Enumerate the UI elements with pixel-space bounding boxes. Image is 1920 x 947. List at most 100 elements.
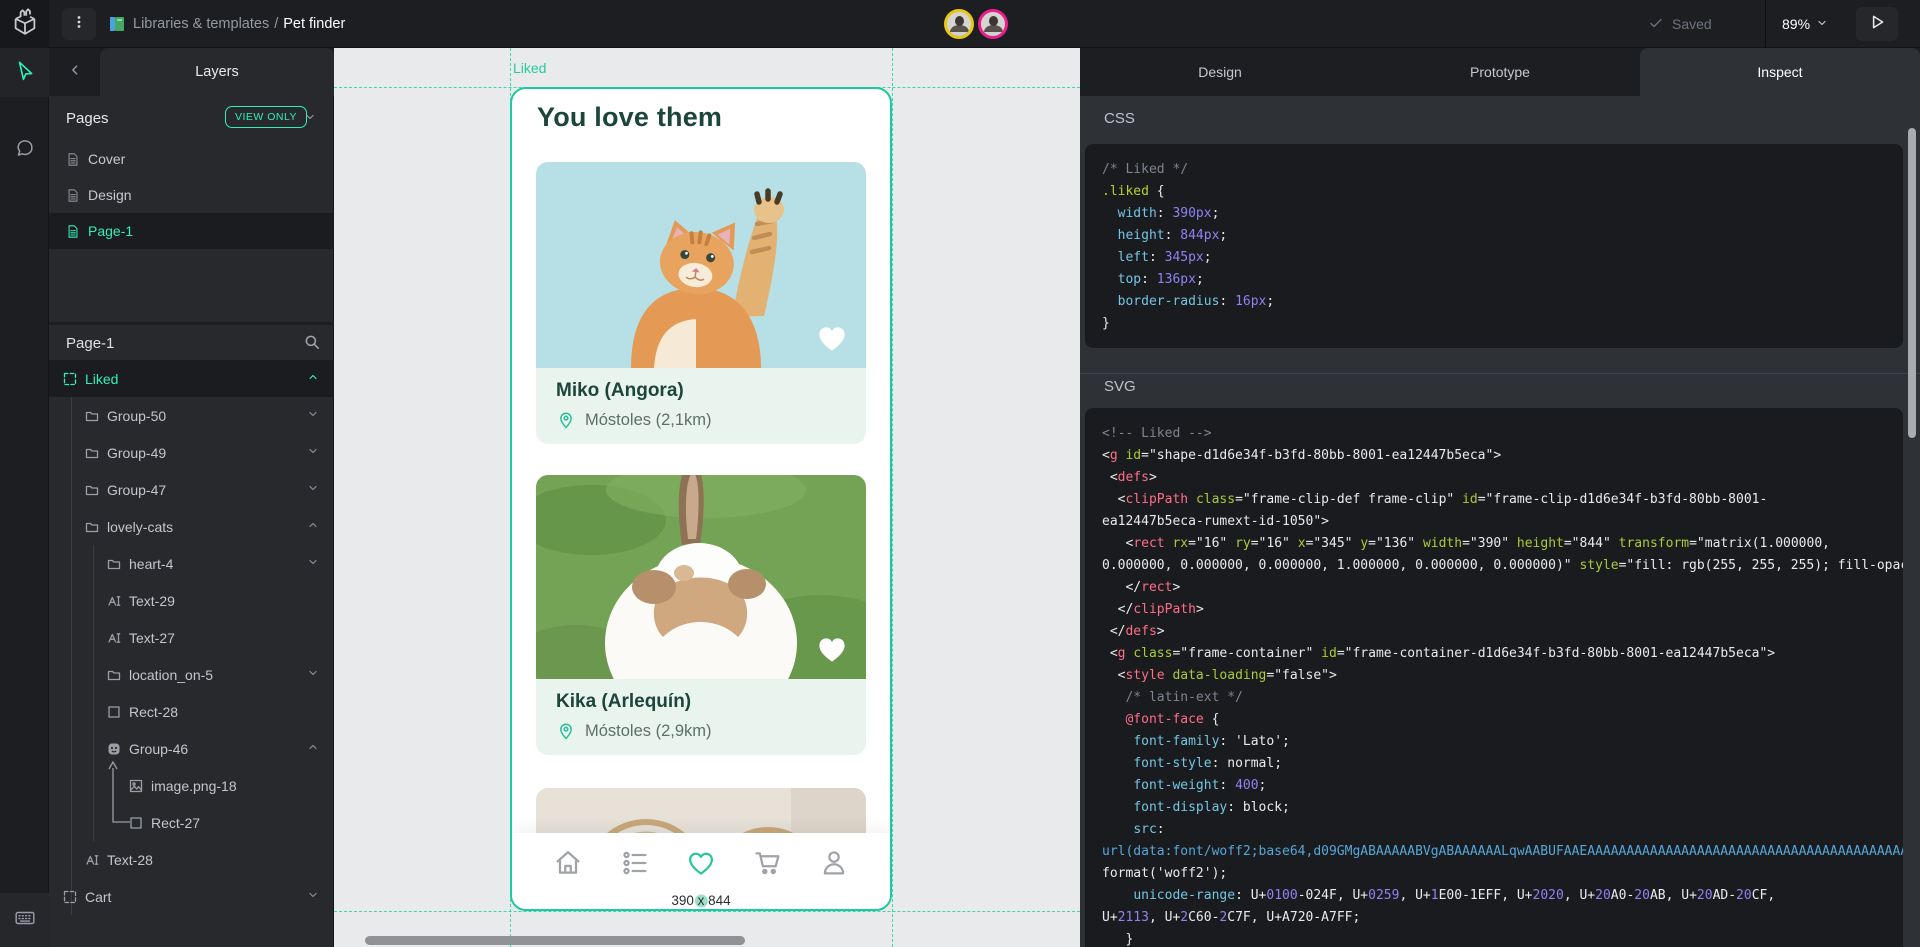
tab-inspect[interactable]: Inspect: [1640, 48, 1920, 96]
code-line: <g class="frame-container" id="frame-con…: [1102, 643, 1903, 665]
pet-photo[interactable]: [536, 475, 866, 679]
nav-list-icon[interactable]: [619, 847, 651, 879]
page-item-cover[interactable]: Cover: [49, 141, 334, 177]
page-item-page-1[interactable]: Page-1: [49, 213, 334, 249]
code-line: border-radius: 16px;: [1102, 291, 1903, 313]
frame-heading[interactable]: You love them: [537, 102, 722, 133]
tree-page-name: Page-1: [66, 335, 114, 352]
pet-name: Miko (Angora): [556, 380, 866, 402]
code-line: <style data-loading="false">: [1102, 665, 1903, 687]
chevron-up-icon[interactable]: [307, 370, 319, 386]
liked-frame[interactable]: You love them Miko (Angora)Móstoles (2,1…: [510, 87, 892, 911]
nav-home-icon[interactable]: [552, 847, 584, 879]
layer-row-text-27[interactable]: Text-27: [49, 619, 334, 656]
nav-user-icon[interactable]: [818, 847, 850, 879]
layer-row-heart-4[interactable]: heart-4: [49, 545, 334, 582]
code-line: ea12447b5eca-rumext-id-1050">: [1102, 511, 1903, 533]
liked-heart-icon[interactable]: [814, 631, 850, 667]
penpot-app: Libraries & templates / Pet finder Saved…: [0, 0, 1920, 947]
penpot-logo-button[interactable]: [0, 0, 49, 48]
penpot-logo-icon: [10, 7, 40, 42]
layer-label: heart-4: [129, 556, 173, 572]
page-icon: [66, 188, 80, 203]
folder-icon: [106, 667, 122, 683]
layer-row-group-50[interactable]: Group-50: [49, 397, 334, 434]
selection-size-label: 390 x 844: [671, 893, 730, 908]
code-line: <clipPath class="frame-clip-def frame-cl…: [1102, 489, 1903, 511]
main-menu-button[interactable]: [62, 8, 96, 40]
pet-card-2[interactable]: Kika (Arlequín)Móstoles (2,9km): [536, 475, 866, 755]
avatar-pink[interactable]: [978, 9, 1008, 39]
layer-label: Group-50: [107, 408, 166, 424]
layer-row-location_on-5[interactable]: location_on-5: [49, 656, 334, 693]
pet-info: Miko (Angora)Móstoles (2,1km): [536, 368, 866, 444]
canvas-horizontal-scrollbar[interactable]: [365, 936, 745, 945]
page-item-design[interactable]: Design: [49, 177, 334, 213]
layer-row-cart[interactable]: Cart: [49, 878, 334, 915]
code-line: src:: [1102, 819, 1903, 841]
canvas[interactable]: Liked You love them Miko (Angora)Móstole…: [334, 48, 1080, 947]
code-line: top: 136px;: [1102, 269, 1903, 291]
code-line: 0.000000, 0.000000, 0.000000, 1.000000, …: [1102, 555, 1903, 577]
tab-prototype[interactable]: Prototype: [1360, 48, 1640, 96]
layer-row-liked[interactable]: Liked: [49, 360, 334, 397]
shortcuts-button[interactable]: [0, 893, 49, 947]
nav-cart-icon[interactable]: [752, 847, 784, 879]
chevron-down-icon[interactable]: [307, 888, 319, 904]
panel-vertical-scrollbar[interactable]: [1908, 128, 1916, 438]
sidebar-header: Layers: [49, 48, 334, 96]
code-line: }: [1102, 929, 1903, 947]
layer-row-lovely-cats[interactable]: lovely-cats: [49, 508, 334, 545]
avatar-yellow[interactable]: [944, 9, 974, 39]
check-icon: [1648, 15, 1664, 34]
inspect-panel: DesignPrototypeInspect CSS /* Liked */.l…: [1080, 48, 1920, 947]
chevron-down-icon[interactable]: [307, 555, 319, 571]
code-line: font-display: block;: [1102, 797, 1903, 819]
chevron-down-icon[interactable]: [307, 666, 319, 682]
layer-row-group-46[interactable]: Group-46: [49, 730, 334, 767]
chevron-up-icon[interactable]: [307, 518, 319, 534]
chevron-down-icon[interactable]: [307, 481, 319, 497]
comments-tool-button[interactable]: [0, 130, 49, 170]
collapse-sidebar-button[interactable]: [49, 48, 100, 96]
layer-label: Text-29: [129, 593, 175, 609]
tab-layers[interactable]: Layers: [100, 48, 334, 96]
code-line: <g id="shape-d1d6e34f-b3fd-80bb-8001-ea1…: [1102, 445, 1903, 467]
layer-row-group-47[interactable]: Group-47: [49, 471, 334, 508]
layer-row-rect-27[interactable]: Rect-27: [49, 804, 334, 841]
code-line: U+2113, U+2C60-2C7F, U+A720-A7FF;: [1102, 907, 1903, 929]
layer-row-image.png-18[interactable]: image.png-18: [49, 767, 334, 804]
liked-heart-icon[interactable]: [814, 320, 850, 356]
topbar-divider: [1765, 0, 1766, 48]
svg-code-block: <!-- Liked --><g id="shape-d1d6e34f-b3fd…: [1085, 408, 1903, 947]
selection-guide-right: [892, 48, 893, 947]
code-line: format('woff2');: [1102, 863, 1903, 885]
search-icon[interactable]: [303, 333, 321, 356]
nav-heart-icon[interactable]: [685, 847, 717, 879]
pet-photo[interactable]: [536, 162, 866, 368]
layer-row-text-29[interactable]: Text-29: [49, 582, 334, 619]
breadcrumb[interactable]: Libraries & templates / Pet finder: [133, 0, 345, 48]
play-icon: [1868, 13, 1886, 36]
zoom-control[interactable]: 89%: [1782, 0, 1828, 48]
pet-info: Kika (Arlequín)Móstoles (2,9km): [536, 679, 866, 755]
chevron-down-icon[interactable]: [307, 444, 319, 460]
frame-name-label[interactable]: Liked: [513, 60, 546, 76]
tab-design[interactable]: Design: [1080, 48, 1360, 96]
layer-row-text-28[interactable]: Text-28: [49, 841, 334, 878]
code-line: left: 345px;: [1102, 247, 1903, 269]
mask-icon: [106, 741, 122, 757]
pages-collapse-chevron-icon[interactable]: [304, 110, 316, 128]
layer-label: Group-46: [129, 741, 188, 757]
chevron-down-icon[interactable]: [307, 407, 319, 423]
pet-card-1[interactable]: Miko (Angora)Móstoles (2,1km): [536, 162, 866, 444]
chevron-up-icon[interactable]: [307, 740, 319, 756]
layer-label: Cart: [85, 889, 111, 905]
frame-icon: [62, 889, 78, 905]
move-tool-button[interactable]: [0, 48, 49, 97]
layers-tab-label: Layers: [195, 64, 239, 80]
folder-icon: [106, 556, 122, 572]
view-mode-button[interactable]: [1856, 7, 1898, 41]
layer-row-group-49[interactable]: Group-49: [49, 434, 334, 471]
layer-row-rect-28[interactable]: Rect-28: [49, 693, 334, 730]
